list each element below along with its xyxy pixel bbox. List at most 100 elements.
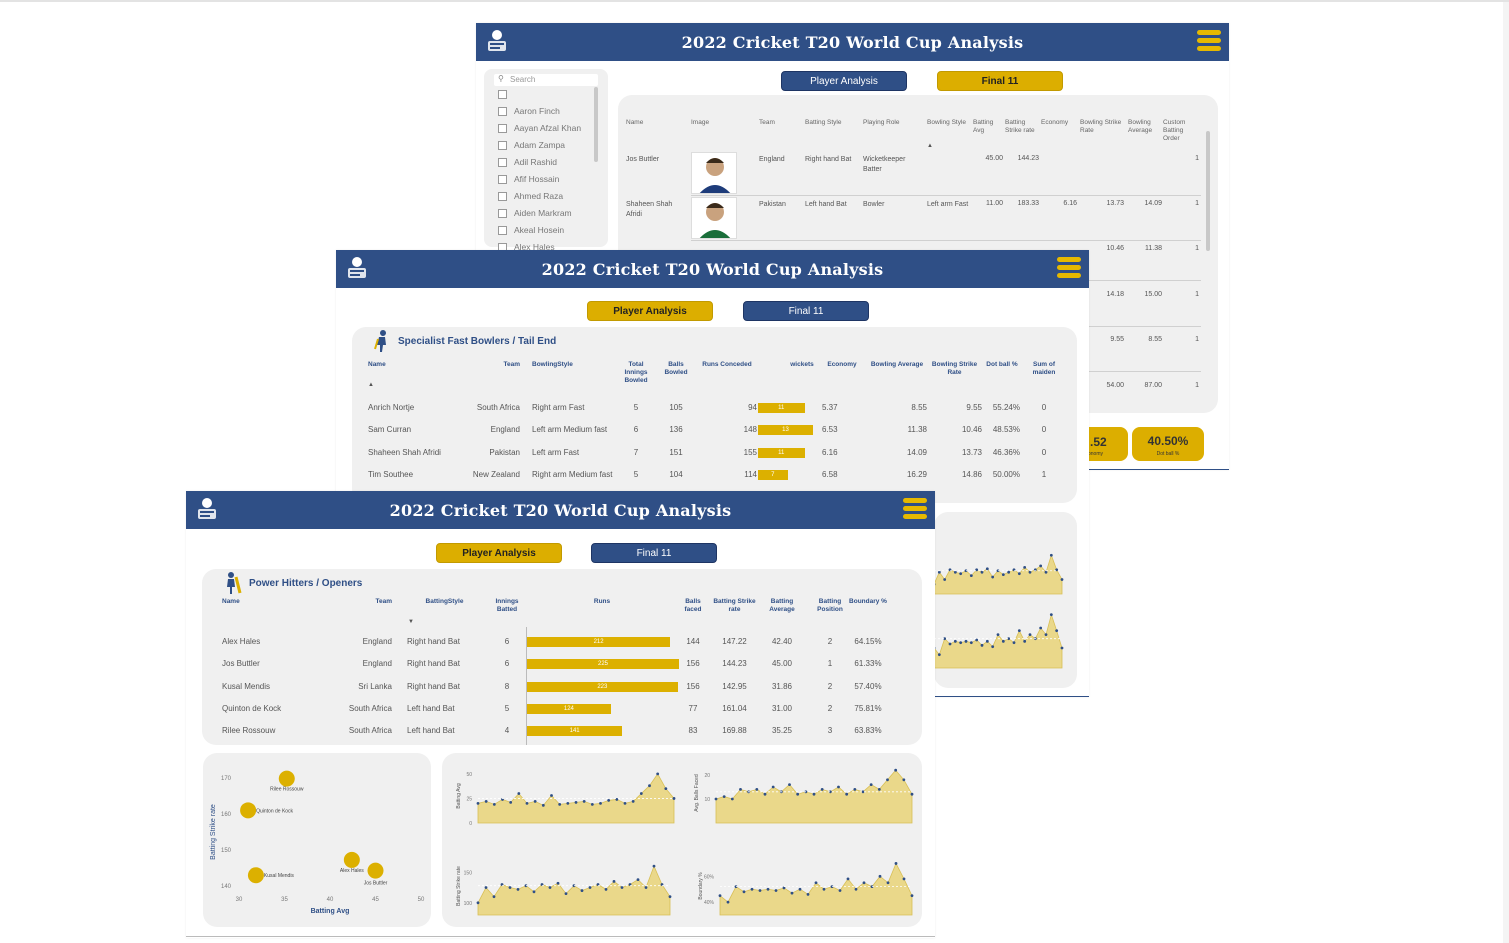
wickets-bar: 11	[758, 403, 805, 413]
bowlers-column-header[interactable]: Dot ball %	[984, 361, 1020, 369]
openers-column-header[interactable]: Team	[337, 598, 393, 606]
trend-point	[861, 790, 865, 794]
final11-cell: 183.33	[1017, 200, 1039, 207]
final11-button[interactable]: Final 11	[591, 543, 717, 563]
final11-column-header[interactable]: Name	[626, 119, 681, 127]
openers-column-header[interactable]: Batting Average	[762, 598, 802, 614]
bowlers-column-header[interactable]: Economy	[822, 361, 862, 369]
final11-cell: 8.55	[1148, 336, 1162, 343]
select-all-checkbox[interactable]	[498, 90, 507, 99]
slicer-item-label[interactable]: Adil Rashid	[514, 157, 557, 167]
bowlers-cell: Left arm Fast	[532, 447, 580, 457]
slicer-checkbox[interactable]	[498, 141, 507, 150]
final11-column-header[interactable]: Team	[759, 119, 799, 127]
openers-column-header[interactable]: Balls faced	[678, 598, 708, 614]
trend-point	[668, 895, 672, 899]
final11-column-header[interactable]: Image	[691, 119, 751, 127]
final11-column-header[interactable]: Bowling Average	[1128, 119, 1162, 135]
slicer-item-label[interactable]: Adam Zampa	[514, 140, 565, 150]
slicer-checkbox[interactable]	[498, 175, 507, 184]
openers-column-header[interactable]: Innings Batted	[487, 598, 527, 614]
slicer-checkbox[interactable]	[498, 107, 507, 116]
final11-column-header[interactable]: Economy	[1041, 119, 1077, 127]
trend-point	[985, 639, 989, 643]
openers-cell: Rilee Rossouw	[222, 726, 276, 736]
trend-point	[590, 802, 594, 806]
bowlers-column-header[interactable]: Bowling Strike Rate	[927, 361, 982, 377]
trend-y-label: Batting Strike rate	[456, 866, 462, 906]
openers-column-header[interactable]: Batting Position	[810, 598, 850, 614]
openers-column-header[interactable]: Name	[222, 598, 292, 606]
final11-column-header[interactable]: Custom Batting Order	[1163, 119, 1199, 143]
slicer-checkbox[interactable]	[498, 192, 507, 201]
dot-ball-kpi-value: 40.50%	[1147, 434, 1189, 448]
economy-kpi-card: .52 onomy	[1088, 427, 1128, 461]
openers-cell: 61.33%	[854, 659, 882, 669]
menu-icon[interactable]	[1057, 257, 1081, 278]
scatter-point-label: Alex Hales	[340, 868, 364, 874]
trend-point	[484, 886, 488, 889]
runs-axis-line	[526, 627, 527, 745]
trend-point	[1044, 633, 1048, 637]
trend-point	[1023, 565, 1027, 569]
trend-point	[862, 881, 866, 885]
slicer-item-label[interactable]: Ahmed Raza	[514, 191, 563, 201]
bowlers-column-header[interactable]: Name	[368, 361, 448, 369]
bowlers-column-header[interactable]: BowlingStyle	[532, 361, 617, 369]
slicer-item-label[interactable]: Akeal Hosein	[514, 225, 564, 235]
trend-point	[937, 653, 941, 657]
trend-y-tick: 100	[464, 901, 473, 907]
openers-column-header[interactable]: Runs	[542, 598, 662, 606]
bowlers-column-header[interactable]: Team	[460, 361, 521, 369]
menu-icon[interactable]	[903, 498, 927, 519]
slicer-item-label[interactable]: Aiden Markram	[514, 208, 572, 218]
sort-indicator-icon[interactable]: ▲	[368, 382, 374, 388]
bowlers-cell: Sam Curran	[368, 425, 412, 435]
trend-point	[476, 901, 480, 905]
slicer-scrollbar[interactable]	[594, 87, 598, 162]
scatter-y-tick: 150	[221, 848, 232, 854]
slicer-item-label[interactable]: Aayan Afzal Khan	[514, 123, 581, 133]
final11-column-header[interactable]: Batting Style	[805, 119, 861, 127]
table-scrollbar[interactable]	[1206, 131, 1210, 251]
openers-cell: Right hand Bat	[407, 659, 460, 669]
slicer-checkbox[interactable]	[498, 209, 507, 218]
slicer-item-label[interactable]: Aaron Finch	[514, 106, 560, 116]
player-analysis-button[interactable]: Player Analysis	[436, 543, 562, 563]
final11-button[interactable]: Final 11	[743, 301, 869, 321]
openers-cell: 156	[686, 681, 700, 691]
trend-point	[877, 788, 881, 791]
menu-icon[interactable]	[1197, 30, 1221, 51]
sort-indicator-icon[interactable]: ▼	[408, 619, 414, 625]
player-analysis-button[interactable]: Player Analysis	[587, 301, 713, 321]
trend-point	[771, 785, 775, 789]
wickets-bar: 7	[758, 469, 788, 480]
final11-column-header[interactable]: Batting Avg	[973, 119, 1003, 135]
openers-column-header[interactable]: BattingStyle	[407, 598, 482, 606]
slicer-checkbox[interactable]	[498, 226, 507, 235]
bowlers-column-header[interactable]: Bowling Average	[867, 361, 927, 369]
slicer-checkbox[interactable]	[498, 124, 507, 133]
bowlers-column-header[interactable]: Total Innings Bowled	[617, 361, 655, 385]
bowlers-column-header[interactable]: Balls Bowled	[657, 361, 695, 377]
bowlers-column-header[interactable]: Runs Conceded	[697, 361, 757, 369]
dashboard-header: 2022 Cricket T20 World Cup Analysis	[336, 250, 1089, 288]
final11-column-header[interactable]: Bowling Strike Rate	[1080, 119, 1124, 135]
trend-y-label: Batting Avg	[456, 783, 462, 808]
bowlers-column-header[interactable]: Sum of maiden	[1024, 361, 1064, 377]
slicer-checkbox[interactable]	[498, 158, 507, 167]
sort-indicator-icon[interactable]: ▲	[927, 143, 933, 149]
openers-column-header[interactable]: Boundary %	[848, 598, 888, 606]
final11-button[interactable]: Final 11	[937, 71, 1063, 91]
slicer-item-label[interactable]: Afif Hossain	[514, 174, 559, 184]
final11-cell: 144.23	[1017, 155, 1039, 162]
final11-column-header[interactable]: Batting Strike rate	[1005, 119, 1039, 135]
trend-point	[517, 792, 521, 795]
bowlers-cell: Tim Southee	[368, 469, 414, 479]
openers-cell: 31.86	[771, 681, 793, 691]
final11-column-header[interactable]: Playing Role	[863, 119, 923, 127]
player-analysis-button[interactable]: Player Analysis	[781, 71, 907, 91]
slicer-search-box[interactable]: ⚲ Search	[494, 74, 598, 86]
openers-column-header[interactable]: Batting Strike rate	[712, 598, 757, 614]
final11-column-header[interactable]: Bowling Style	[927, 119, 971, 127]
